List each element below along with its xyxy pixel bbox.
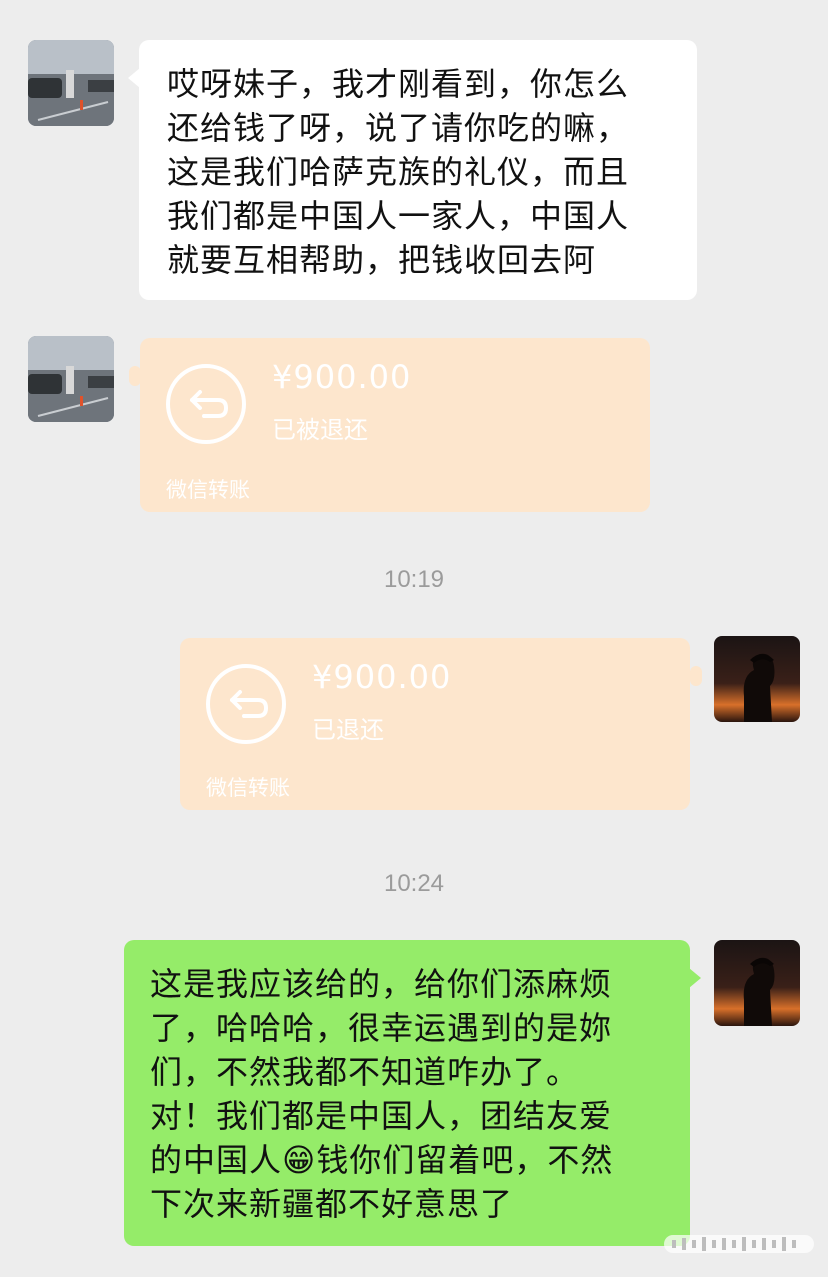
message-line: 这是我们哈萨克族的礼仪，而且 (167, 153, 630, 191)
message-line: 这是我应该给的，给你们添麻烦 (150, 965, 613, 1003)
contact-avatar[interactable] (28, 336, 114, 422)
refund-icon (166, 364, 246, 444)
message-line: 的中国人😁钱你们留着吧，不然 (150, 1138, 690, 1182)
message-timestamp: 10:24 (383, 870, 445, 897)
transfer-status: 已被退还 (272, 416, 368, 444)
watermark-logo (664, 1235, 814, 1253)
user-avatar[interactable] (714, 940, 800, 1026)
transfer-footer-label: 微信转账 (206, 776, 290, 800)
message-line: 了，哈哈哈，很幸运遇到的是妳 (150, 1009, 613, 1047)
transfer-status: 已退还 (312, 716, 384, 744)
transfer-amount: ¥900.00 (272, 358, 412, 396)
message-line: 对！我们都是中国人，团结友爱 (150, 1097, 613, 1135)
message-line: 哎呀妹子，我才刚看到，你怎么 (167, 65, 630, 103)
contact-avatar[interactable] (28, 40, 114, 126)
bubble-tail (689, 968, 701, 988)
chat-conversation: 哎呀妹子，我才刚看到，你怎么 还给钱了呀，说了请你吃的嘛， 这是我们哈萨克族的礼… (0, 0, 828, 1277)
message-text: 的中国人 (150, 1141, 283, 1179)
incoming-message-bubble[interactable]: 哎呀妹子，我才刚看到，你怎么 还给钱了呀，说了请你吃的嘛， 这是我们哈萨克族的礼… (139, 40, 697, 300)
transfer-card-refunded[interactable]: ¥900.00 已退还 微信转账 (180, 638, 690, 810)
user-avatar[interactable] (714, 636, 800, 722)
bubble-tail (690, 666, 702, 686)
transfer-footer-label: 微信转账 (166, 478, 250, 502)
outgoing-message-bubble[interactable]: 这是我应该给的，给你们添麻烦 了，哈哈哈，很幸运遇到的是妳 们，不然我都不知道咋… (124, 940, 690, 1246)
grinning-face-emoji: 😁 (282, 1141, 317, 1179)
transfer-amount: ¥900.00 (312, 658, 452, 696)
transfer-card-returned[interactable]: ¥900.00 已被退还 微信转账 (140, 338, 650, 512)
message-line: 我们都是中国人一家人，中国人 (167, 197, 630, 235)
message-timestamp: 10:19 (383, 566, 445, 593)
refund-icon (206, 664, 286, 744)
message-line: 还给钱了呀，说了请你吃的嘛， (167, 109, 630, 147)
message-line: 们，不然我都不知道咋办了。 (150, 1053, 580, 1091)
message-text: 钱你们留着吧，不然 (316, 1141, 614, 1179)
message-line: 就要互相帮助，把钱收回去阿 (167, 241, 597, 279)
message-line: 下次来新疆都不好意思了 (150, 1185, 514, 1223)
